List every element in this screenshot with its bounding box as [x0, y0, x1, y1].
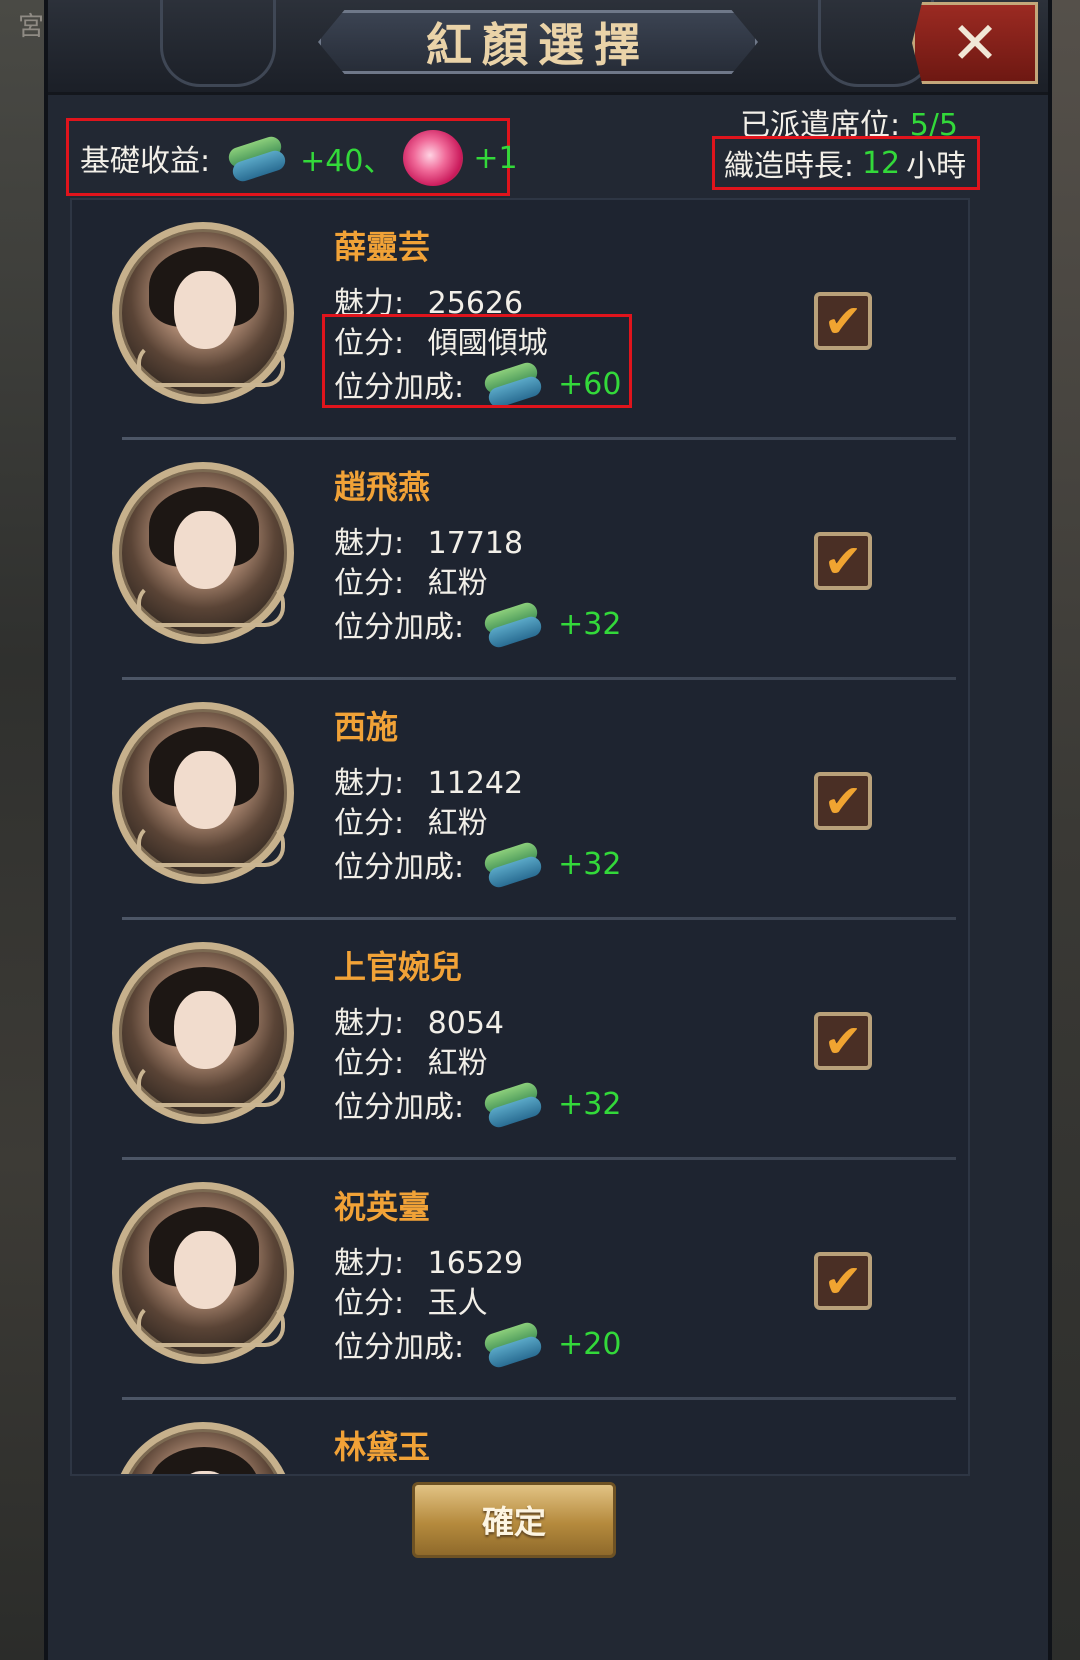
panel-header: 紅顏選擇 ✕: [48, 0, 1048, 95]
consort-rank-bonus: 位分加成: +20: [334, 1320, 622, 1370]
consort-name: 林黛玉: [334, 1428, 431, 1466]
consort-name: 祝英臺: [334, 1188, 431, 1226]
consort-portrait: [112, 702, 294, 884]
check-icon: ✔: [823, 1014, 863, 1068]
consort-list[interactable]: 薛靈芸 魅力: 25626 位分: 傾國傾城 位分加成: +60 ✔ 趙飛燕 魅…: [70, 198, 970, 1476]
close-icon: ✕: [950, 9, 1000, 77]
select-checkbox[interactable]: ✔: [814, 1252, 872, 1310]
consort-rank-bonus: 位分加成: +32: [334, 1080, 622, 1130]
consort-portrait: [112, 942, 294, 1124]
duration-value: 12: [861, 145, 901, 181]
rank-value: 紅粉: [427, 566, 488, 601]
rose-icon: [403, 130, 464, 186]
rank-label: 位分:: [334, 1286, 405, 1321]
consort-portrait: [112, 1422, 294, 1474]
check-icon: ✔: [823, 1254, 863, 1308]
consort-charm: 魅力: 11242: [334, 758, 523, 802]
silk-bolt-icon: [478, 840, 544, 890]
check-icon: ✔: [823, 294, 863, 348]
consort-row[interactable]: 西施 魅力: 11242 位分: 紅粉 位分加成: +32 ✔: [72, 680, 968, 920]
rank-bonus-label: 位分加成:: [334, 1330, 465, 1365]
charm-value: 16529: [427, 1246, 524, 1281]
rank-value: 玉人: [427, 1286, 488, 1321]
select-checkbox[interactable]: ✔: [814, 292, 872, 350]
rank-bonus-value: +32: [558, 1086, 622, 1122]
select-checkbox[interactable]: ✔: [814, 532, 872, 590]
consort-selection-panel: 紅顏選擇 ✕ 基礎收益: +40、 +1 已派遣席位: 5/5 織造時長: 12…: [44, 0, 1052, 1660]
rank-label: 位分:: [334, 1046, 405, 1081]
check-icon: ✔: [823, 534, 863, 588]
confirm-button[interactable]: 確定: [412, 1482, 616, 1558]
consort-charm: 魅力: 16529: [334, 1238, 523, 1282]
consort-rank: 位分: 紅粉: [334, 558, 488, 602]
consort-portrait: [112, 222, 294, 404]
silk-bolt-icon: [478, 600, 544, 650]
consort-name: 西施: [334, 708, 399, 746]
rank-value: 紅粉: [427, 1046, 488, 1081]
charm-value: 8054: [427, 1006, 505, 1041]
consort-rank-bonus: 位分加成: +32: [334, 840, 622, 890]
title-plate: 紅顏選擇: [318, 10, 758, 74]
header-ornament-left: [160, 0, 276, 87]
background-left: 宮: [0, 0, 46, 1660]
charm-value: 11242: [427, 766, 524, 801]
silk-bolt-icon: [478, 1080, 544, 1130]
consort-name: 上官婉兒: [334, 948, 463, 986]
consort-row[interactable]: 上官婉兒 魅力: 8054 位分: 紅粉 位分加成: +32 ✔: [72, 920, 968, 1160]
select-checkbox[interactable]: ✔: [814, 772, 872, 830]
silk-bolt-icon: [222, 134, 288, 184]
consort-rank: 位分: 紅粉: [334, 1038, 488, 1082]
consort-rank: 位分: 玉人: [334, 1278, 488, 1322]
highlight-rank-bonus: [322, 314, 632, 408]
select-checkbox[interactable]: ✔: [814, 1012, 872, 1070]
consort-rank-bonus: 位分加成: +32: [334, 600, 622, 650]
charm-label: 魅力:: [334, 766, 405, 801]
charm-label: 魅力:: [334, 526, 405, 561]
weaving-duration: 織造時長: 12 小時: [714, 138, 976, 188]
confirm-label: 確定: [481, 1503, 546, 1541]
rank-bonus-value: +32: [558, 606, 622, 642]
page-title: 紅顏選擇: [426, 18, 650, 72]
consort-charm: 魅力: 17718: [334, 518, 523, 562]
base-income-label: 基礎收益:: [80, 144, 211, 179]
rank-bonus-value: +32: [558, 846, 622, 882]
consort-row[interactable]: 林黛玉: [72, 1400, 968, 1474]
charm-label: 魅力:: [334, 1006, 405, 1041]
background-edge-text: 宮: [18, 12, 45, 42]
consort-portrait: [112, 462, 294, 644]
consort-name: 趙飛燕: [334, 468, 431, 506]
charm-value: 17718: [427, 526, 524, 561]
rank-bonus-label: 位分加成:: [334, 1090, 465, 1125]
rank-label: 位分:: [334, 566, 405, 601]
duration-unit: 小時: [906, 149, 967, 184]
charm-label: 魅力:: [334, 1246, 405, 1281]
base-income-flower-value: +1: [473, 140, 518, 176]
rank-bonus-label: 位分加成:: [334, 610, 465, 645]
rank-bonus-label: 位分加成:: [334, 850, 465, 885]
base-income: 基礎收益: +40、 +1: [80, 128, 518, 188]
rank-label: 位分:: [334, 806, 405, 841]
consort-rank: 位分: 紅粉: [334, 798, 488, 842]
consort-name: 薛靈芸: [334, 228, 431, 266]
close-button[interactable]: ✕: [912, 2, 1038, 84]
consort-row[interactable]: 趙飛燕 魅力: 17718 位分: 紅粉 位分加成: +32 ✔: [72, 440, 968, 680]
consort-portrait: [112, 1182, 294, 1364]
consort-charm: 魅力: 8054: [334, 998, 504, 1042]
consort-row[interactable]: 祝英臺 魅力: 16529 位分: 玉人 位分加成: +20 ✔: [72, 1160, 968, 1400]
check-icon: ✔: [823, 774, 863, 828]
base-income-silk-value: +40、: [300, 144, 394, 179]
silk-bolt-icon: [478, 1320, 544, 1370]
rank-bonus-value: +20: [558, 1326, 622, 1362]
rank-value: 紅粉: [427, 806, 488, 841]
duration-label: 織造時長:: [723, 149, 854, 184]
